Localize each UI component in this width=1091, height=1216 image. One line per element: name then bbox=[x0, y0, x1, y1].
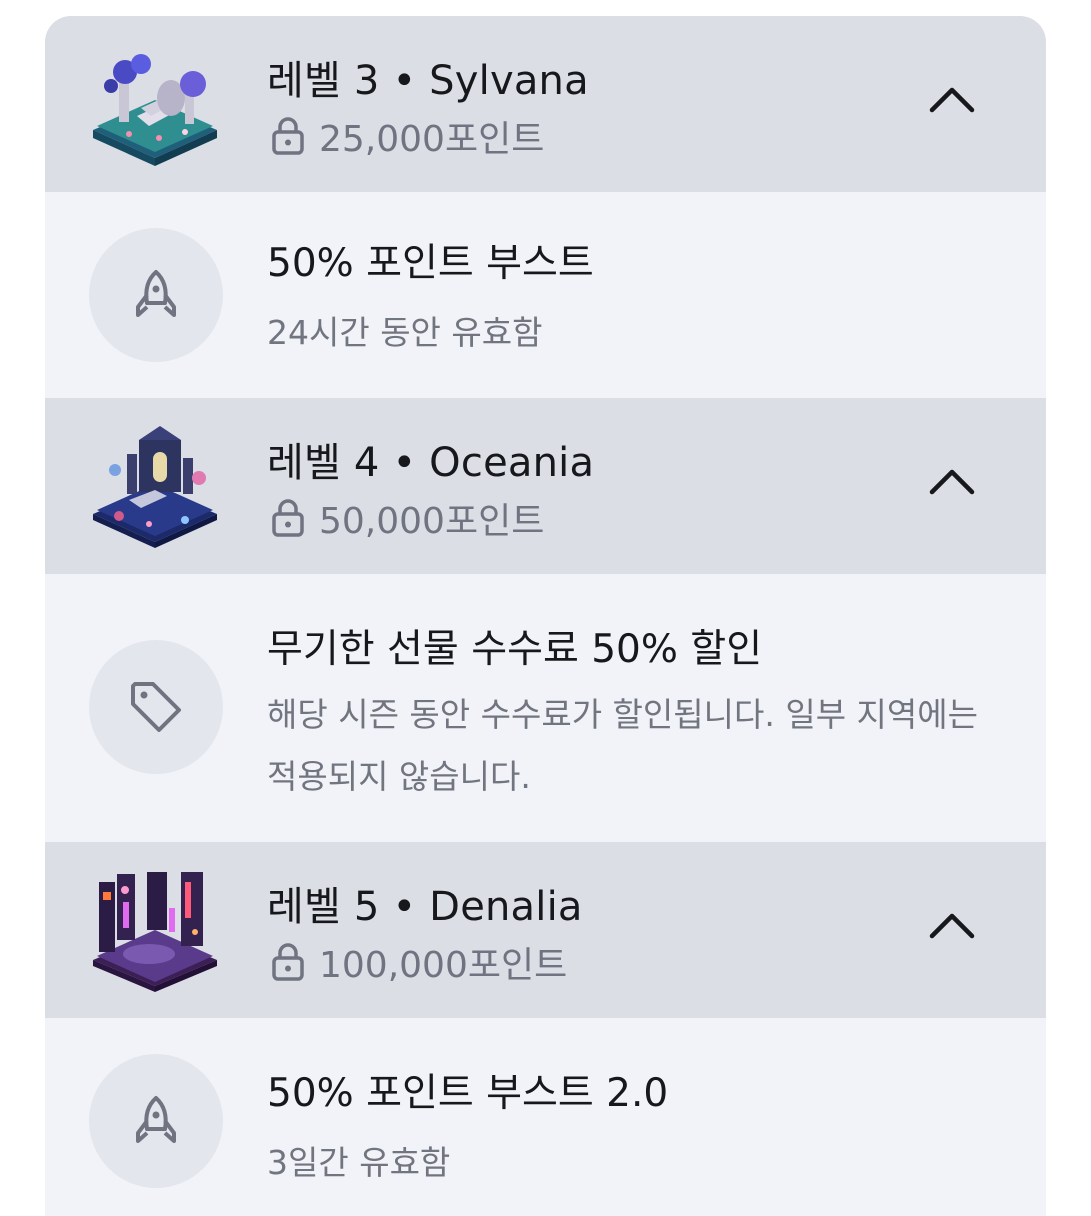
points-required: 25,000포인트 bbox=[319, 119, 545, 160]
level-points: 25,000포인트 bbox=[271, 114, 544, 160]
lock-icon bbox=[272, 499, 304, 537]
level-4-header[interactable]: 레벨 4 • Oceania 50,000포인트 bbox=[45, 398, 1046, 574]
level-3-reward: 50% 포인트 부스트 24시간 동안 유효함 bbox=[45, 192, 1046, 398]
reward-description: 24시간 동안 유효함 bbox=[267, 313, 543, 352]
chevron-up-icon[interactable] bbox=[928, 466, 976, 496]
level-5-reward: 50% 포인트 부스트 2.0 3일간 유효함 bbox=[45, 1018, 1046, 1216]
reward-icon-badge bbox=[89, 1054, 223, 1188]
reward-icon-badge bbox=[89, 640, 223, 774]
level-3-header[interactable]: 레벨 3 • Sylvana 25,000포인트 bbox=[45, 16, 1046, 192]
reward-icon-badge bbox=[89, 228, 223, 362]
level-4-thumbnail bbox=[93, 426, 217, 548]
rewards-panel: 레벨 3 • Sylvana 25,000포인트 50% 포인트 부스트 24시… bbox=[45, 16, 1046, 1216]
level-points: 50,000포인트 bbox=[271, 496, 544, 542]
lock-icon bbox=[272, 117, 304, 155]
tag-icon bbox=[131, 682, 181, 732]
reward-title: 무기한 선물 수수료 50% 할인 bbox=[267, 627, 763, 672]
level-4-reward: 무기한 선물 수수료 50% 할인 해당 시즌 동안 수수료가 할인됩니다. 일… bbox=[45, 574, 1046, 842]
level-title: 레벨 3 • Sylvana bbox=[267, 58, 589, 104]
reward-title: 50% 포인트 부스트 bbox=[267, 241, 594, 286]
chevron-up-icon[interactable] bbox=[928, 910, 976, 940]
reward-title: 50% 포인트 부스트 2.0 bbox=[267, 1071, 669, 1116]
level-3-thumbnail bbox=[93, 54, 217, 166]
level-title: 레벨 5 • Denalia bbox=[267, 884, 583, 930]
rocket-icon bbox=[136, 1096, 176, 1143]
chevron-up-icon[interactable] bbox=[928, 84, 976, 114]
level-title: 레벨 4 • Oceania bbox=[267, 440, 595, 486]
level-5-thumbnail bbox=[93, 872, 217, 992]
reward-description: 해당 시즌 동안 수수료가 할인됩니다. 일부 지역에는 적용되지 않습니다. bbox=[267, 695, 978, 796]
points-required: 50,000포인트 bbox=[319, 501, 545, 542]
lock-icon bbox=[272, 943, 304, 981]
reward-description: 3일간 유효함 bbox=[267, 1143, 451, 1182]
level-5-header[interactable]: 레벨 5 • Denalia 100,000포인트 bbox=[45, 842, 1046, 1018]
level-points: 100,000포인트 bbox=[271, 940, 567, 986]
points-required: 100,000포인트 bbox=[319, 945, 568, 986]
rocket-icon bbox=[136, 270, 176, 317]
